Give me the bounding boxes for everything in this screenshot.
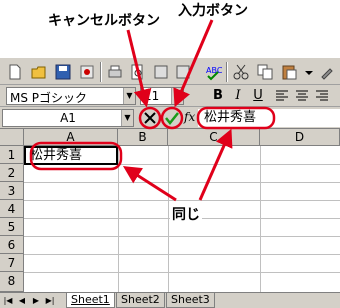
next-sheet-icon[interactable]: ▶ xyxy=(30,295,42,307)
row-header-6[interactable]: 6 xyxy=(0,236,24,254)
research-icon-2[interactable] xyxy=(174,63,192,81)
open-folder-icon[interactable] xyxy=(30,63,48,81)
font-name-select[interactable]: MS Pゴシック ▼ xyxy=(6,87,136,105)
permission-icon[interactable] xyxy=(78,63,96,81)
enter-check-icon[interactable] xyxy=(164,110,180,126)
formatting-toolbar: MS Pゴシック ▼ 11 ▼ B I U xyxy=(0,85,340,107)
standard-toolbar: ABC xyxy=(0,57,340,85)
sheet-tab-bar: |◀ ◀ ▶ ▶| Sheet1 Sheet2 Sheet3 xyxy=(0,292,340,308)
new-document-icon[interactable] xyxy=(6,63,24,81)
insert-function-icon[interactable]: fx xyxy=(184,110,195,124)
row-header-5[interactable]: 5 xyxy=(0,218,24,236)
row-header-1[interactable]: 1 xyxy=(0,146,24,164)
cut-icon[interactable] xyxy=(232,63,250,81)
select-all-corner[interactable] xyxy=(0,129,24,146)
prev-sheet-icon[interactable]: ◀ xyxy=(16,295,28,307)
italic-button[interactable]: I xyxy=(230,88,246,104)
research-icon[interactable] xyxy=(152,63,170,81)
svg-text:ABC: ABC xyxy=(206,66,222,75)
row-header-8[interactable]: 8 xyxy=(0,272,24,292)
same-callout: 同じ xyxy=(170,204,202,224)
enter-button-callout: 入力ボタン xyxy=(178,3,248,19)
format-painter-icon[interactable] xyxy=(318,63,336,81)
spelling-icon[interactable]: ABC xyxy=(204,63,222,81)
row-header-3[interactable]: 3 xyxy=(0,182,24,200)
chevron-down-icon[interactable]: ▼ xyxy=(171,88,183,104)
sheet-tab-3[interactable]: Sheet3 xyxy=(166,293,215,308)
formula-bar: A1 ▼ fx 松井秀喜 xyxy=(0,107,340,129)
font-size-value: 11 xyxy=(144,89,160,103)
align-left-icon[interactable] xyxy=(274,88,290,104)
underline-button[interactable]: U xyxy=(250,88,266,104)
print-preview-icon[interactable] xyxy=(128,63,146,81)
cancel-icon[interactable] xyxy=(142,110,158,126)
align-center-icon[interactable] xyxy=(294,88,310,104)
row-header-4[interactable]: 4 xyxy=(0,200,24,218)
cell-a1[interactable]: 松井秀喜 xyxy=(24,146,118,165)
name-box[interactable]: A1 ▼ xyxy=(2,109,134,127)
bold-button[interactable]: B xyxy=(210,88,226,104)
chevron-down-icon[interactable]: ▼ xyxy=(123,88,135,104)
column-header-b[interactable]: B xyxy=(118,129,168,146)
row-header-7[interactable]: 7 xyxy=(0,254,24,272)
column-header-d[interactable]: D xyxy=(260,129,340,146)
paste-icon[interactable] xyxy=(280,63,298,81)
cancel-button-callout: キャンセルボタン xyxy=(48,13,160,29)
column-header-c[interactable]: C xyxy=(168,129,260,146)
column-header-a[interactable]: A xyxy=(24,129,118,146)
last-sheet-icon[interactable]: ▶| xyxy=(44,295,56,307)
sheet-tab-1[interactable]: Sheet1 xyxy=(66,293,115,308)
font-size-select[interactable]: 11 ▼ xyxy=(140,87,184,105)
row-header-2[interactable]: 2 xyxy=(0,164,24,182)
font-name-value: MS Pゴシック xyxy=(10,91,88,105)
print-icon[interactable] xyxy=(106,63,124,81)
first-sheet-icon[interactable]: |◀ xyxy=(2,295,14,307)
sheet-tab-2[interactable]: Sheet2 xyxy=(116,293,165,308)
copy-icon[interactable] xyxy=(256,63,274,81)
align-right-icon[interactable] xyxy=(314,88,330,104)
formula-input[interactable]: 松井秀喜 xyxy=(198,109,340,127)
chevron-down-icon[interactable]: ▼ xyxy=(121,110,133,126)
name-box-value: A1 xyxy=(60,111,76,125)
save-icon[interactable] xyxy=(54,63,72,81)
dropdown-arrow-icon[interactable] xyxy=(300,63,318,81)
